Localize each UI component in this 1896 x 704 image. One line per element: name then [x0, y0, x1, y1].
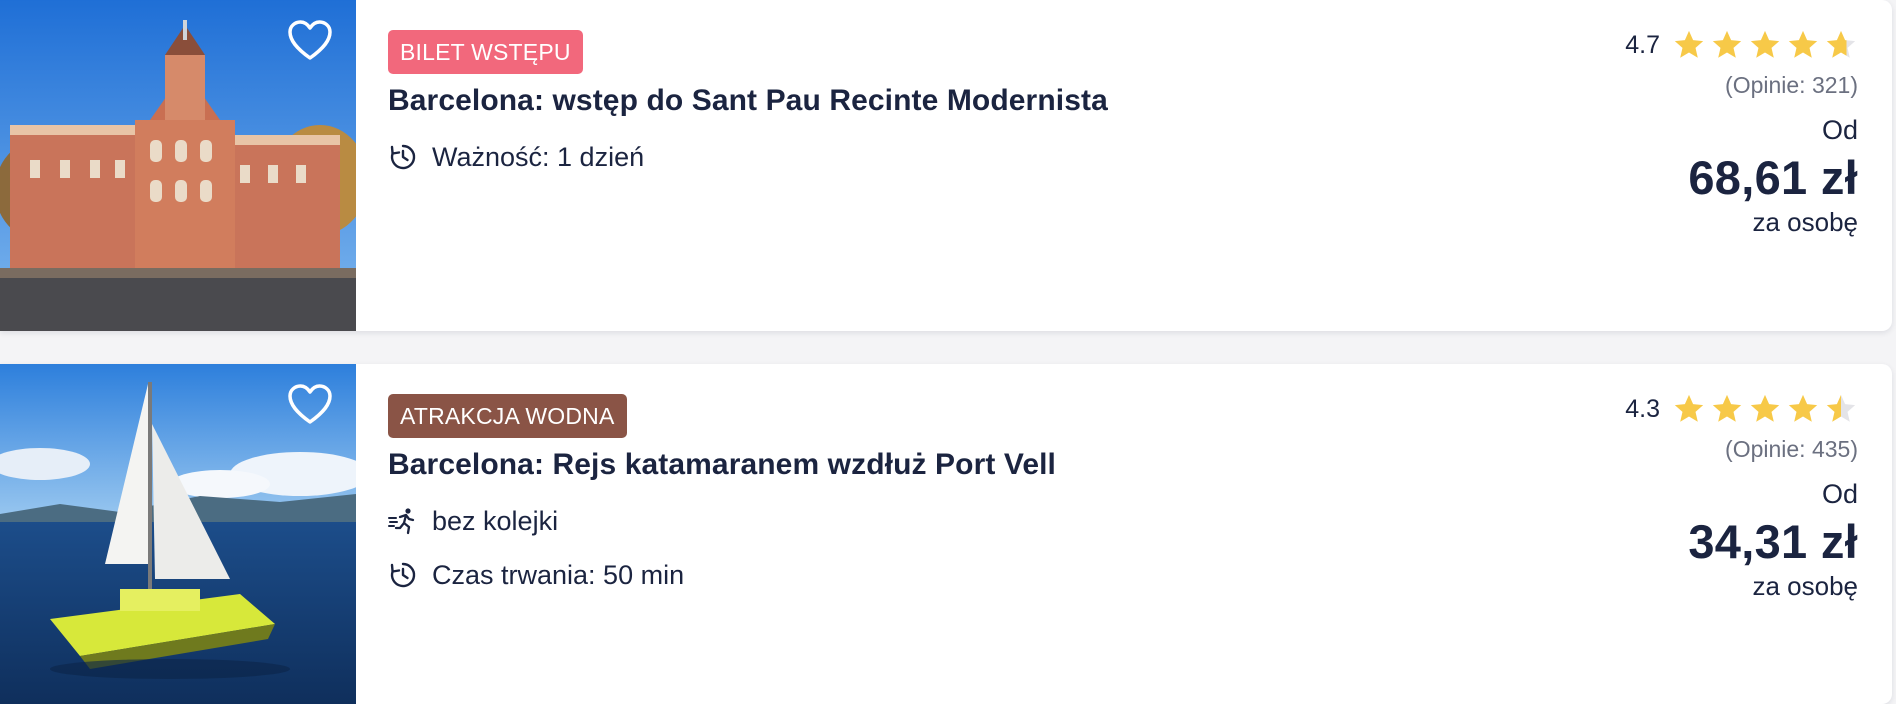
star-icon [1674, 394, 1704, 422]
rating-value: 4.3 [1625, 394, 1660, 423]
price-per-label: za osobę [1752, 571, 1858, 601]
price-per-label: za osobę [1752, 207, 1858, 237]
feature-item: Ważność: 1 dzień [388, 140, 1548, 174]
star-icon [1826, 394, 1856, 422]
star-rating [1668, 392, 1858, 426]
rating: 4.7 [1528, 26, 1858, 64]
category-badge: ATRAKCJA WODNA [388, 394, 627, 438]
star-icon [1788, 394, 1818, 422]
review-count: (Opinie: 435) [1725, 436, 1858, 462]
favorite-heart-icon[interactable] [286, 18, 334, 62]
clock-icon [388, 560, 418, 590]
price-from-label: Od [1821, 115, 1858, 145]
feature-item: bez kolejki [388, 504, 1548, 538]
star-icon [1674, 30, 1704, 58]
price-from-label: Od [1821, 479, 1858, 509]
listing-card[interactable]: BILET WSTĘPU Barcelona: wstęp do Sant Pa… [0, 0, 1892, 331]
feature-text: Czas trwania: 50 min [432, 559, 685, 590]
favorite-heart-icon[interactable] [286, 382, 334, 426]
star-icon [1712, 30, 1742, 58]
listing-title[interactable]: Barcelona: Rejs katamaranem wzdłuż Port … [388, 448, 1548, 482]
rating: 4.3 [1528, 390, 1858, 428]
star-icon [1826, 30, 1856, 58]
rating-value: 4.7 [1625, 30, 1660, 59]
price-block: 4.7 (Opinie: 321) Od 68,61 zł za osobę [1528, 26, 1858, 238]
star-icon [1750, 394, 1780, 422]
review-count: (Opinie: 321) [1725, 72, 1858, 98]
star-icon [1788, 30, 1818, 58]
price-block: 4.3 (Opinie: 435) Od 34,31 zł za osobę [1528, 390, 1858, 602]
feature-text: Ważność: 1 dzień [432, 141, 645, 172]
feature-item: Czas trwania: 50 min [388, 558, 1548, 592]
listing-title[interactable]: Barcelona: wstęp do Sant Pau Recinte Mod… [388, 84, 1548, 118]
star-icon [1750, 30, 1780, 58]
star-icon [1712, 394, 1742, 422]
listing-card[interactable]: ATRAKCJA WODNA Barcelona: Rejs katamaran… [0, 364, 1892, 704]
skip-line-icon [388, 506, 418, 536]
feature-text: bez kolejki [432, 505, 559, 536]
price-value: 34,31 zł [1688, 515, 1858, 568]
price-value: 68,61 zł [1688, 151, 1858, 204]
clock-icon [388, 142, 418, 172]
star-rating [1668, 28, 1858, 62]
category-badge: BILET WSTĘPU [388, 30, 583, 74]
